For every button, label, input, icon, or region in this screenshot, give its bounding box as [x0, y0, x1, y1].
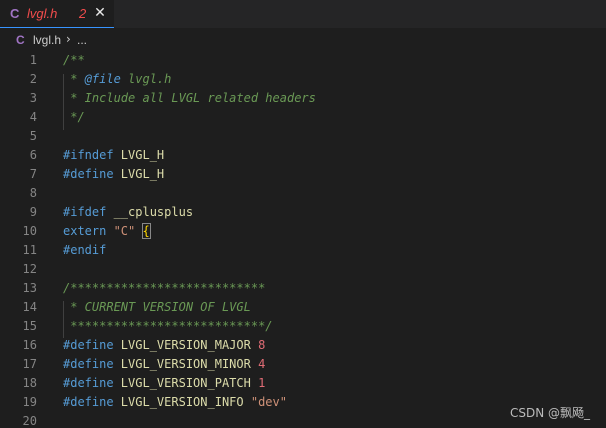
line-number: 10: [22, 224, 37, 238]
keyword: #ifndef: [63, 148, 114, 162]
code-line: /***************************: [63, 281, 265, 295]
comment: */: [63, 110, 85, 124]
tab-label: lvgl.h: [27, 6, 58, 21]
watermark: CSDN @飘飏_: [509, 406, 590, 420]
code-line: #define LVGL_H: [63, 167, 164, 181]
comment: *: [63, 72, 85, 86]
macro-name: LVGL_H: [113, 148, 165, 162]
line-number: 12: [22, 262, 37, 276]
number-literal: 8: [250, 338, 266, 352]
tab-lvgl-h[interactable]: C lvgl.h 2 ✕: [0, 0, 114, 28]
keyword: #ifdef: [63, 205, 107, 219]
line-number: 5: [29, 129, 37, 143]
line-number: 20: [22, 414, 37, 428]
line-number: 1: [29, 53, 37, 67]
keyword: #define: [63, 167, 114, 181]
code-line: #define LVGL_VERSION_MINOR 4: [63, 357, 265, 371]
comment: lvgl.h: [120, 72, 172, 86]
macro-name: LVGL_VERSION_MAJOR: [113, 338, 251, 352]
line-number: 17: [22, 357, 37, 371]
keyword: #define: [63, 395, 114, 409]
problem-count-badge: 2: [79, 6, 87, 21]
macro-name: LVGL_H: [113, 167, 165, 181]
code-line: extern "C" {: [63, 223, 151, 239]
comment: * Include all LVGL related headers: [63, 91, 316, 105]
line-number: 19: [22, 395, 37, 409]
c-file-icon: C: [10, 6, 20, 21]
line-number: 2: [29, 72, 37, 86]
number-literal: 1: [250, 376, 266, 390]
keyword: #define: [63, 376, 114, 390]
line-number: 4: [29, 110, 37, 124]
code-line: * @file lvgl.h: [63, 72, 171, 86]
code-line: #endif: [63, 243, 106, 257]
macro-name: LVGL_VERSION_INFO: [113, 395, 244, 409]
line-number: 15: [22, 319, 37, 333]
code-line: #define LVGL_VERSION_MAJOR 8: [63, 338, 265, 352]
number-literal: 4: [250, 357, 266, 371]
breadcrumb-file[interactable]: lvgl.h: [33, 33, 61, 47]
breadcrumb: C lvgl.h › ...: [0, 30, 606, 52]
macro-name: __cplusplus: [106, 205, 194, 219]
code-line: #define LVGL_VERSION_INFO "dev": [63, 395, 287, 409]
comment: * CURRENT VERSION OF LVGL: [63, 300, 251, 314]
line-number: 3: [29, 91, 37, 105]
keyword: extern: [63, 224, 107, 238]
code-line: #ifdef __cplusplus: [63, 205, 193, 219]
comment: /***************************: [63, 281, 266, 295]
code-line: * Include all LVGL related headers: [63, 91, 316, 105]
code-line: #ifndef LVGL_H: [63, 148, 164, 162]
string-literal: "C": [106, 224, 136, 238]
line-number: 9: [29, 205, 37, 219]
keyword: #endif: [63, 243, 107, 257]
matched-brace: {: [141, 223, 151, 239]
chevron-right-icon: ›: [66, 32, 71, 46]
macro-name: LVGL_VERSION_MINOR: [113, 357, 251, 371]
string-literal: "dev": [243, 395, 287, 409]
code-line: /**: [63, 53, 85, 67]
code-line: #define LVGL_VERSION_PATCH 1: [63, 376, 265, 390]
keyword: #define: [63, 338, 114, 352]
macro-name: LVGL_VERSION_PATCH: [113, 376, 251, 390]
line-number: 7: [29, 167, 37, 181]
line-number: 11: [22, 243, 37, 257]
line-number: 8: [29, 186, 37, 200]
comment: /**: [63, 53, 85, 67]
keyword: #define: [63, 357, 114, 371]
code-line: ***************************/: [63, 319, 273, 333]
line-number: 6: [29, 148, 37, 162]
close-icon[interactable]: ✕: [92, 5, 108, 21]
tab-bar: C lvgl.h 2 ✕: [0, 0, 606, 28]
c-file-icon: C: [16, 33, 25, 47]
breadcrumb-symbols[interactable]: ...: [77, 33, 87, 47]
code-editor[interactable]: 1 2 3 4 5 6 7 8 9 10 11 12 13 14 15 16 1…: [0, 51, 606, 428]
line-number: 18: [22, 376, 37, 390]
doc-tag: @file: [84, 72, 121, 86]
code-line: * CURRENT VERSION OF LVGL: [63, 300, 251, 314]
code-line: */: [63, 110, 85, 124]
line-number: 16: [22, 338, 37, 352]
comment: ***************************/: [63, 319, 273, 333]
line-number: 14: [22, 300, 37, 314]
line-number: 13: [22, 281, 37, 295]
